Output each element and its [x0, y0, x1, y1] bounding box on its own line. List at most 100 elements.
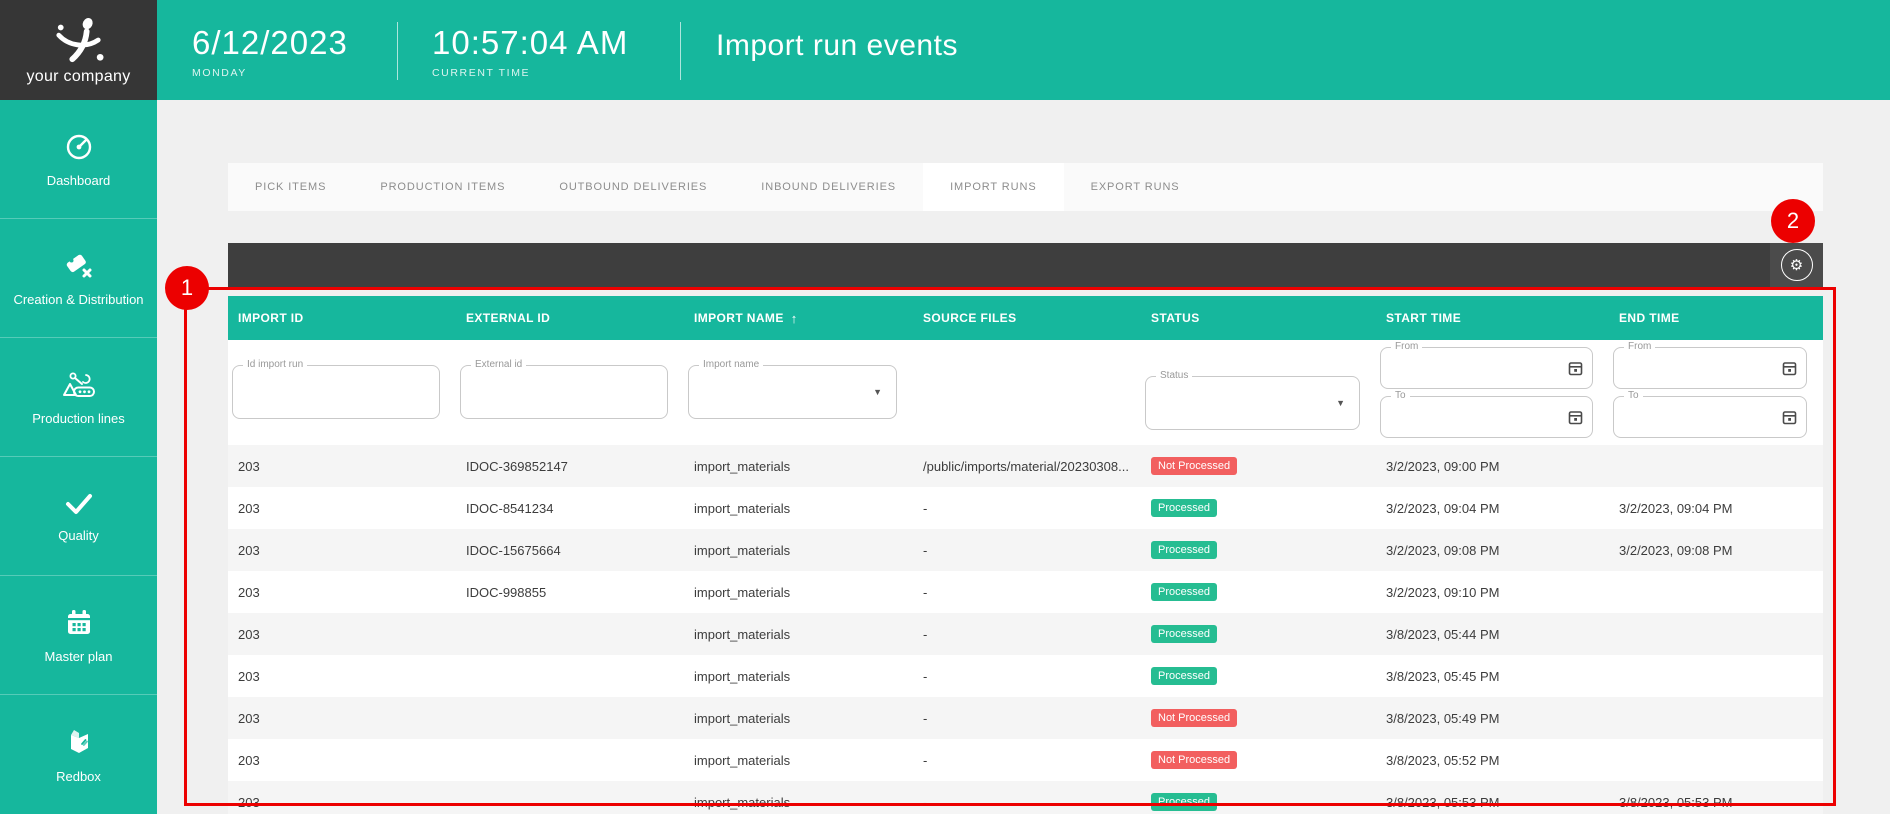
filter-status-input[interactable]	[1146, 377, 1359, 429]
settings-button[interactable]: ⚙	[1770, 243, 1823, 287]
cell-import-name: import_materials	[684, 739, 913, 781]
table-row[interactable]: 203 IDOC-15675664 import_materials - Pro…	[228, 529, 1823, 571]
column-header-import-id[interactable]: IMPORT ID	[228, 311, 456, 325]
cell-external-id	[456, 697, 684, 739]
cell-end-time	[1609, 445, 1823, 487]
column-label: START TIME	[1386, 311, 1461, 325]
cell-import-id: 203	[228, 739, 456, 781]
cell-end-time	[1609, 655, 1823, 697]
column-header-source-files[interactable]: SOURCE FILES	[913, 311, 1141, 325]
sort-ascending-icon: ↑	[791, 311, 798, 326]
tab-label: IMPORT RUNS	[950, 181, 1037, 193]
cell-start-time: 3/8/2023, 05:53 PM	[1376, 781, 1609, 814]
cell-external-id: IDOC-369852147	[456, 445, 684, 487]
column-header-external-id[interactable]: EXTERNAL ID	[456, 311, 684, 325]
cell-start-time: 3/2/2023, 09:10 PM	[1376, 571, 1609, 613]
cell-external-id	[456, 613, 684, 655]
current-date: 6/12/2023	[192, 26, 348, 59]
creation-distribution-icon	[62, 250, 96, 282]
cell-start-time: 3/8/2023, 05:45 PM	[1376, 655, 1609, 697]
status-badge: Processed	[1151, 625, 1217, 643]
cell-status: Processed	[1141, 613, 1376, 655]
filter-id-import-run-field[interactable]: Id import run	[232, 365, 440, 419]
filter-end-to-input[interactable]	[1614, 397, 1806, 437]
status-badge: Not Processed	[1151, 751, 1237, 769]
company-name: your company	[26, 68, 130, 86]
table-row[interactable]: 203 IDOC-8541234 import_materials - Proc…	[228, 487, 1823, 529]
sidebar-item-creation-distribution[interactable]: Creation & Distribution	[0, 219, 157, 338]
filter-end-time-to-field[interactable]: To	[1613, 396, 1807, 438]
column-header-start-time[interactable]: START TIME	[1376, 311, 1609, 325]
cell-source-files: -	[913, 655, 1141, 697]
cell-external-id: IDOC-15675664	[456, 529, 684, 571]
cell-end-time	[1609, 697, 1823, 739]
tab-outbound-deliveries[interactable]: OUTBOUND DELIVERIES	[532, 163, 734, 211]
sidebar-item-production-lines[interactable]: Production lines	[0, 338, 157, 457]
cell-status: Processed	[1141, 487, 1376, 529]
column-header-import-name[interactable]: IMPORT NAME ↑	[684, 311, 913, 326]
column-label: IMPORT NAME	[694, 311, 784, 325]
tab-export-runs[interactable]: EXPORT RUNS	[1064, 163, 1207, 211]
quality-checkmark-icon	[62, 490, 96, 518]
table-row[interactable]: 203 import_materials - Not Processed 3/8…	[228, 739, 1823, 781]
cell-start-time: 3/8/2023, 05:44 PM	[1376, 613, 1609, 655]
filter-status-select[interactable]: Status ▼	[1145, 376, 1360, 430]
filter-label: To	[1624, 390, 1643, 402]
sidebar-item-label: Master plan	[39, 649, 119, 664]
cell-import-name: import_materials	[684, 571, 913, 613]
tab-import-runs[interactable]: IMPORT RUNS	[923, 163, 1064, 211]
tab-label: OUTBOUND DELIVERIES	[559, 181, 707, 193]
table-row[interactable]: 203 import_materials - Not Processed 3/8…	[228, 697, 1823, 739]
filter-start-to-input[interactable]	[1381, 397, 1592, 437]
table-row[interactable]: 203 import_materials - Processed 3/8/202…	[228, 655, 1823, 697]
current-time-label: CURRENT TIME	[432, 67, 628, 79]
cell-import-name: import_materials	[684, 445, 913, 487]
company-logo[interactable]: your company	[0, 0, 157, 100]
filter-start-time-to-field[interactable]: To	[1380, 396, 1593, 438]
filter-label: External id	[471, 359, 526, 371]
table-row[interactable]: 203 IDOC-369852147 import_materials /pub…	[228, 445, 1823, 487]
filter-start-time-from-field[interactable]: From	[1380, 347, 1593, 389]
page-title: Import run events	[716, 29, 958, 63]
filter-external-id-input[interactable]	[461, 366, 667, 418]
column-label: STATUS	[1151, 311, 1200, 325]
column-header-end-time[interactable]: END TIME	[1609, 311, 1823, 325]
sidebar-item-redbox[interactable]: Redbox	[0, 695, 157, 814]
cell-import-id: 203	[228, 613, 456, 655]
tab-pick-items[interactable]: PICK ITEMS	[228, 163, 353, 211]
table-row[interactable]: 203 import_materials - Processed 3/8/202…	[228, 613, 1823, 655]
column-label: IMPORT ID	[238, 311, 304, 325]
filter-label: Id import run	[243, 359, 307, 371]
cell-source-files: -	[913, 697, 1141, 739]
table-row[interactable]: 203 import_materials - Processed 3/8/202…	[228, 781, 1823, 814]
cell-end-time	[1609, 739, 1823, 781]
filter-end-time-from-field[interactable]: From	[1613, 347, 1807, 389]
calendar-icon[interactable]	[1568, 360, 1583, 376]
cell-status: Not Processed	[1141, 739, 1376, 781]
calendar-icon[interactable]	[1782, 360, 1797, 376]
sidebar-item-master-plan[interactable]: Master plan	[0, 576, 157, 695]
calendar-icon[interactable]	[1782, 409, 1797, 425]
sidebar-navigation: Dashboard Creation & Distribution	[0, 100, 157, 814]
filter-import-name-select[interactable]: Import name ▼	[688, 365, 897, 419]
column-header-status[interactable]: STATUS	[1141, 311, 1376, 325]
cell-end-time: 3/8/2023, 05:53 PM	[1609, 781, 1823, 814]
filter-label: From	[1624, 341, 1655, 353]
filter-import-name-input[interactable]	[689, 366, 896, 418]
master-plan-calendar-icon	[63, 607, 95, 639]
filter-start-from-input[interactable]	[1381, 348, 1592, 388]
filter-external-id-field[interactable]: External id	[460, 365, 668, 419]
tab-inbound-deliveries[interactable]: INBOUND DELIVERIES	[734, 163, 923, 211]
cell-source-files: -	[913, 487, 1141, 529]
cell-end-time: 3/2/2023, 09:04 PM	[1609, 487, 1823, 529]
sidebar-item-dashboard[interactable]: Dashboard	[0, 100, 157, 219]
filter-id-import-run-input[interactable]	[233, 366, 439, 418]
cell-external-id	[456, 655, 684, 697]
cell-status: Processed	[1141, 655, 1376, 697]
tab-production-items[interactable]: PRODUCTION ITEMS	[353, 163, 532, 211]
filter-end-from-input[interactable]	[1614, 348, 1806, 388]
sidebar-item-quality[interactable]: Quality	[0, 457, 157, 576]
filter-label: Status	[1156, 370, 1192, 382]
table-row[interactable]: 203 IDOC-998855 import_materials - Proce…	[228, 571, 1823, 613]
calendar-icon[interactable]	[1568, 409, 1583, 425]
